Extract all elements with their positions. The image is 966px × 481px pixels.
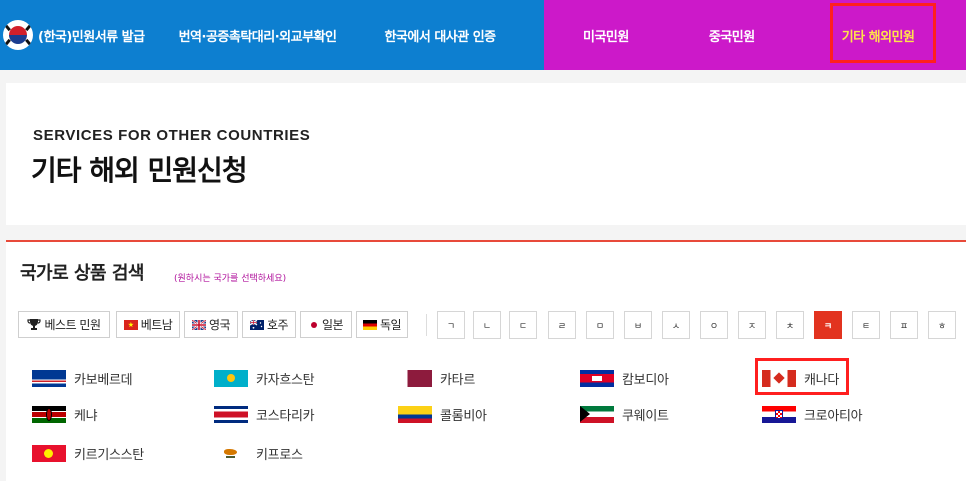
consonant-d[interactable]: ㄷ: [509, 311, 537, 339]
trophy-icon: [27, 319, 42, 330]
colombia-flag-icon: [398, 405, 432, 423]
country-kuwait[interactable]: 쿠웨이트: [580, 405, 669, 424]
uk-flag-icon: [191, 319, 206, 330]
country-colombia[interactable]: 콜롬비아: [398, 405, 487, 424]
consonant-g[interactable]: ㄱ: [437, 311, 465, 339]
filter-japan[interactable]: 일본: [300, 311, 352, 338]
country-name: 코스타리카: [256, 408, 315, 424]
filter-australia-label: 호주: [266, 318, 289, 332]
australia-flag-icon: [249, 319, 264, 330]
country-name: 카타르: [440, 372, 475, 388]
cyprus-flag-icon: [214, 444, 248, 462]
nav-china-services[interactable]: 중국민원: [709, 26, 755, 45]
qatar-flag-icon: [398, 369, 432, 387]
germany-flag-icon: [362, 319, 377, 330]
filter-vietnam-label: 베트남: [140, 318, 173, 332]
filter-best-label: 베스트 민원: [44, 318, 101, 332]
country-name: 케냐: [74, 408, 98, 424]
filter-uk-label: 영국: [208, 318, 231, 332]
top-navigation: (한국)민원서류 발급 번역·공증촉탁대리·외교부확인 한국에서 대사관 인증 …: [0, 0, 966, 70]
nav-translation-notary[interactable]: 번역·공증촉탁대리·외교부확인: [179, 26, 337, 45]
country-name: 카자흐스탄: [256, 372, 315, 388]
croatia-flag-icon: [762, 405, 796, 423]
country-croatia[interactable]: 크로아티아: [762, 405, 863, 424]
country-costa-rica[interactable]: 코스타리카: [214, 405, 315, 424]
country-cambodia[interactable]: 캄보디아: [580, 369, 669, 388]
nav-us-services[interactable]: 미국민원: [583, 26, 629, 45]
consonant-j[interactable]: ㅈ: [738, 311, 766, 339]
nav-korea-documents[interactable]: (한국)민원서류 발급: [38, 26, 145, 45]
page-header: SERVICES FOR OTHER COUNTRIES 기타 해외 민원신청: [6, 83, 966, 225]
search-title: 국가로 상품 검색: [20, 263, 144, 284]
kyrgyzstan-flag-icon: [32, 444, 66, 462]
cambodia-flag-icon: [580, 369, 614, 387]
filter-germany-label: 독일: [379, 318, 402, 332]
filter-uk[interactable]: 영국: [184, 311, 238, 338]
country-qatar[interactable]: 카타르: [398, 369, 475, 388]
filter-vietnam[interactable]: ★ 베트남: [116, 311, 180, 338]
page-title: 기타 해외 민원신청: [31, 154, 248, 187]
nav-active-highlight: [830, 3, 936, 63]
consonant-p[interactable]: ㅍ: [890, 311, 918, 339]
filter-australia[interactable]: 호주: [242, 311, 296, 338]
country-kazakhstan[interactable]: 카자흐스탄: [214, 369, 315, 388]
vietnam-flag-icon: ★: [123, 319, 138, 330]
filter-best[interactable]: 베스트 민원: [18, 311, 110, 338]
consonant-h[interactable]: ㅎ: [928, 311, 956, 339]
kuwait-flag-icon: [580, 405, 614, 423]
search-hint: (원하시는 국가를 선택하세요): [174, 274, 287, 284]
consonant-n[interactable]: ㄴ: [473, 311, 501, 339]
country-name: 카보베르데: [74, 372, 133, 388]
country-name: 크로아티아: [804, 408, 863, 424]
consonant-s[interactable]: ㅅ: [662, 311, 690, 339]
country-name: 콜롬비아: [440, 408, 487, 424]
nav-primary-group: (한국)민원서류 발급 번역·공증촉탁대리·외교부확인 한국에서 대사관 인증: [0, 0, 544, 70]
filter-japan-label: 일본: [321, 318, 344, 332]
canada-highlight: [755, 358, 849, 395]
consonant-ng[interactable]: ㅇ: [700, 311, 728, 339]
page-subtitle: SERVICES FOR OTHER COUNTRIES: [33, 127, 311, 144]
kazakhstan-flag-icon: [214, 369, 248, 387]
nav-embassy-authentication[interactable]: 한국에서 대사관 인증: [384, 26, 496, 45]
consonant-m[interactable]: ㅁ: [586, 311, 614, 339]
country-name: 쿠웨이트: [622, 408, 669, 424]
japan-flag-icon: [308, 319, 319, 330]
country-kenya[interactable]: 케냐: [32, 405, 98, 424]
korea-emblem-icon[interactable]: [3, 20, 33, 50]
filter-divider: [426, 314, 427, 336]
country-kyrgyzstan[interactable]: 키르기스스탄: [32, 444, 144, 463]
kenya-flag-icon: [32, 405, 66, 423]
country-name: 캄보디아: [622, 372, 669, 388]
costa-rica-flag-icon: [214, 405, 248, 423]
consonant-r[interactable]: ㄹ: [548, 311, 576, 339]
consonant-b[interactable]: ㅂ: [624, 311, 652, 339]
cape-verde-flag-icon: [32, 369, 66, 387]
consonant-t[interactable]: ㅌ: [852, 311, 880, 339]
filter-germany[interactable]: 독일: [356, 311, 408, 338]
country-name: 키르기스스탄: [74, 447, 144, 463]
country-cyprus[interactable]: 키프로스: [214, 444, 303, 463]
consonant-ch[interactable]: ㅊ: [776, 311, 804, 339]
country-cape-verde[interactable]: 카보베르데: [32, 369, 133, 388]
country-name: 키프로스: [256, 447, 303, 463]
consonant-k[interactable]: ㅋ: [814, 311, 842, 339]
